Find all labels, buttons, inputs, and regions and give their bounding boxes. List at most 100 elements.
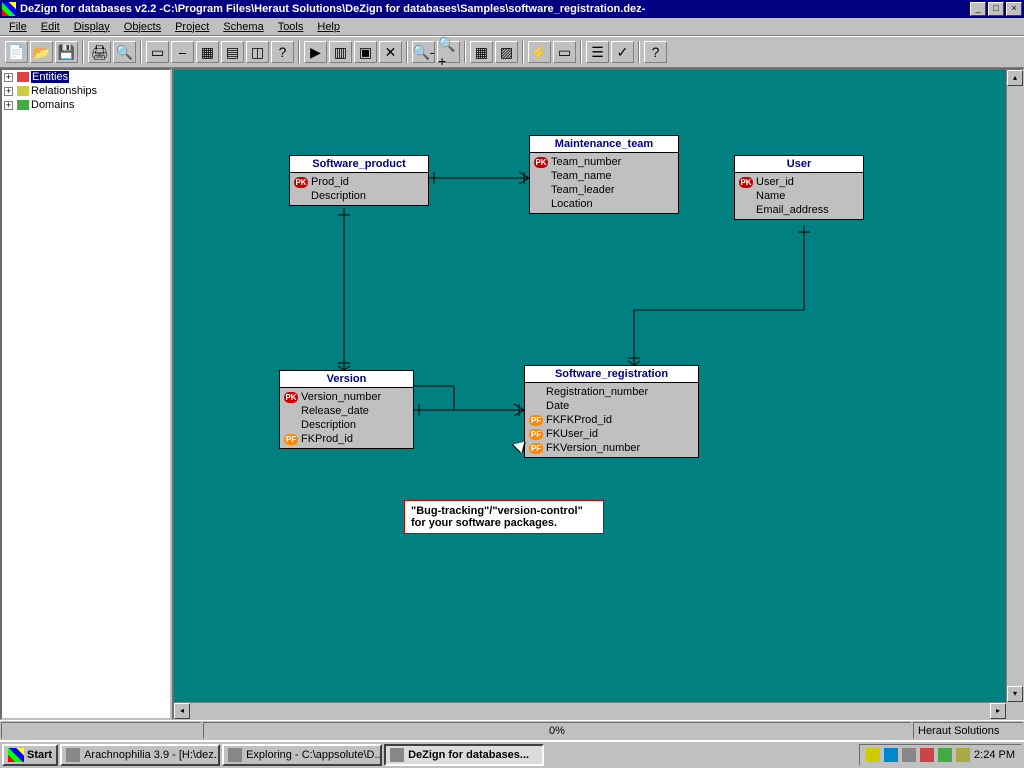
entity-maintenance_team[interactable]: Maintenance_team PKTeam_numberTeam_nameTe… xyxy=(529,135,679,214)
attribute-name: FKProd_id xyxy=(301,433,353,445)
menu-project[interactable]: Project xyxy=(168,20,216,34)
menu-edit[interactable]: Edit xyxy=(34,20,67,34)
attribute-row[interactable]: Release_date xyxy=(284,404,409,418)
attribute-name: Description xyxy=(301,419,356,431)
props-button[interactable]: ☰ xyxy=(586,41,609,63)
attribute-row[interactable]: PKProd_id xyxy=(294,175,424,189)
attribute-row[interactable]: Name xyxy=(739,189,859,203)
check-button[interactable]: ✓ xyxy=(611,41,634,63)
flag-button[interactable]: ▶ xyxy=(304,41,327,63)
tree-label: Domains xyxy=(31,99,74,111)
relation-button[interactable]: ⎯ xyxy=(171,41,194,63)
attribute-name: Registration_number xyxy=(546,386,648,398)
scroll-right-button[interactable]: ▸ xyxy=(990,703,1006,719)
er-canvas[interactable]: Software_productPKProd_idDescription Main… xyxy=(174,70,1006,702)
entity-title: Maintenance_team xyxy=(530,136,678,153)
window-button[interactable]: ▭ xyxy=(553,41,576,63)
view-button[interactable]: ▦ xyxy=(470,41,493,63)
foreign-key-icon: PF xyxy=(284,434,298,445)
tree-item-entities[interactable]: +Entities xyxy=(2,70,170,84)
help-button[interactable]: ? xyxy=(644,41,667,63)
attribute-name: User_id xyxy=(756,176,794,188)
attribute-row[interactable]: PKVersion_number xyxy=(284,390,409,404)
bolt-button[interactable]: ⚡ xyxy=(528,41,551,63)
tray-icon[interactable] xyxy=(902,748,916,762)
clock[interactable]: 2:24 PM xyxy=(974,749,1015,761)
help-context-button[interactable]: ? xyxy=(271,41,294,63)
scroll-down-button[interactable]: ▾ xyxy=(1007,686,1023,702)
annotation-note[interactable]: "Bug-tracking"/"version-control" for you… xyxy=(404,500,604,534)
menu-display[interactable]: Display xyxy=(67,20,117,34)
scroll-up-button[interactable]: ▴ xyxy=(1007,70,1023,86)
tray-icon[interactable] xyxy=(956,748,970,762)
menu-schema[interactable]: Schema xyxy=(216,20,270,34)
list-button[interactable]: ▥ xyxy=(329,41,352,63)
new-button[interactable]: 📄 xyxy=(5,41,28,63)
taskbar-task[interactable]: DeZign for databases... xyxy=(384,744,544,766)
primary-key-icon: PK xyxy=(294,177,308,188)
attribute-row[interactable]: PFFKProd_id xyxy=(284,432,409,446)
expand-icon[interactable]: + xyxy=(4,73,13,82)
scroll-left-button[interactable]: ◂ xyxy=(174,703,190,719)
tree-item-relationships[interactable]: +Relationships xyxy=(2,84,170,98)
attribute-row[interactable]: Location xyxy=(534,197,674,211)
tray-icon[interactable] xyxy=(866,748,880,762)
tree-item-domains[interactable]: + Domains xyxy=(2,98,170,112)
entity-software_registration[interactable]: Software_registrationRegistration_number… xyxy=(524,365,699,458)
entity-user[interactable]: UserPKUser_idNameEmail_address xyxy=(734,155,864,220)
attribute-name: Team_name xyxy=(551,170,612,182)
entity-software_product[interactable]: Software_productPKProd_idDescription xyxy=(289,155,429,206)
taskbar-task[interactable]: Arachnophilia 3.9 - [H:\dez... xyxy=(60,744,220,766)
attribute-row[interactable]: Date xyxy=(529,399,694,413)
view-button2[interactable]: ▨ xyxy=(495,41,518,63)
tray-icon[interactable] xyxy=(938,748,952,762)
attribute-row[interactable]: PKUser_id xyxy=(739,175,859,189)
menu-help[interactable]: Help xyxy=(310,20,347,34)
attribute-row[interactable]: Email_address xyxy=(739,203,859,217)
attribute-row[interactable]: PFFKFKProd_id xyxy=(529,413,694,427)
sheet-button[interactable]: ▣ xyxy=(354,41,377,63)
open-button[interactable]: 📂 xyxy=(30,41,53,63)
attribute-row[interactable]: Description xyxy=(284,418,409,432)
maximize-button[interactable]: □ xyxy=(988,2,1004,16)
tray-icon[interactable] xyxy=(884,748,898,762)
entity-title: Version xyxy=(280,371,413,388)
entity-button[interactable]: ▭ xyxy=(146,41,169,63)
system-tray[interactable]: 2:24 PM xyxy=(859,744,1022,766)
print-button[interactable]: 🖨 xyxy=(88,41,111,63)
attribute-row[interactable]: PFFKUser_id xyxy=(529,427,694,441)
sidebar-tree[interactable]: +Entities+Relationships+Domains xyxy=(0,68,172,720)
attribute-row[interactable]: Registration_number xyxy=(529,385,694,399)
attribute-name: FKUser_id xyxy=(546,428,598,440)
close-button[interactable]: × xyxy=(1006,2,1022,16)
vertical-scrollbar[interactable]: ▴ ▾ xyxy=(1006,70,1022,702)
entity-version[interactable]: Version PKVersion_numberRelease_dateDescr… xyxy=(279,370,414,449)
taskbar-task[interactable]: Exploring - C:\appsolute\D... xyxy=(222,744,382,766)
status-bar: 0% Heraut Solutions xyxy=(0,720,1024,740)
attribute-row[interactable]: PFFKVersion_number xyxy=(529,441,694,455)
attribute-row[interactable]: PKTeam_number xyxy=(534,155,674,169)
menu-file[interactable]: File xyxy=(2,20,34,34)
tool-button2[interactable]: ▤ xyxy=(221,41,244,63)
cancel-button[interactable]: ✕ xyxy=(379,41,402,63)
preview-button[interactable]: 🔍 xyxy=(113,41,136,63)
title-bar: DeZign for databases v2.2 -C:\Program Fi… xyxy=(0,0,1024,18)
expand-icon[interactable]: + xyxy=(4,87,13,96)
attribute-row[interactable]: Description xyxy=(294,189,424,203)
status-progress: 0% xyxy=(203,722,911,739)
tool-button[interactable]: ▦ xyxy=(196,41,219,63)
task-label: Exploring - C:\appsolute\D... xyxy=(246,749,382,761)
menu-objects[interactable]: Objects xyxy=(117,20,168,34)
start-button[interactable]: Start xyxy=(2,744,58,766)
minimize-button[interactable]: _ xyxy=(970,2,986,16)
zoom-out-button[interactable]: 🔍- xyxy=(412,41,435,63)
attribute-row[interactable]: Team_leader xyxy=(534,183,674,197)
attribute-row[interactable]: Team_name xyxy=(534,169,674,183)
expand-icon[interactable]: + xyxy=(4,101,13,110)
menu-tools[interactable]: Tools xyxy=(271,20,311,34)
tray-icon[interactable] xyxy=(920,748,934,762)
tool-button3[interactable]: ◫ xyxy=(246,41,269,63)
zoom-in-button[interactable]: 🔍+ xyxy=(437,41,460,63)
horizontal-scrollbar[interactable]: ◂ ▸ xyxy=(174,702,1006,718)
save-button[interactable]: 💾 xyxy=(55,41,78,63)
